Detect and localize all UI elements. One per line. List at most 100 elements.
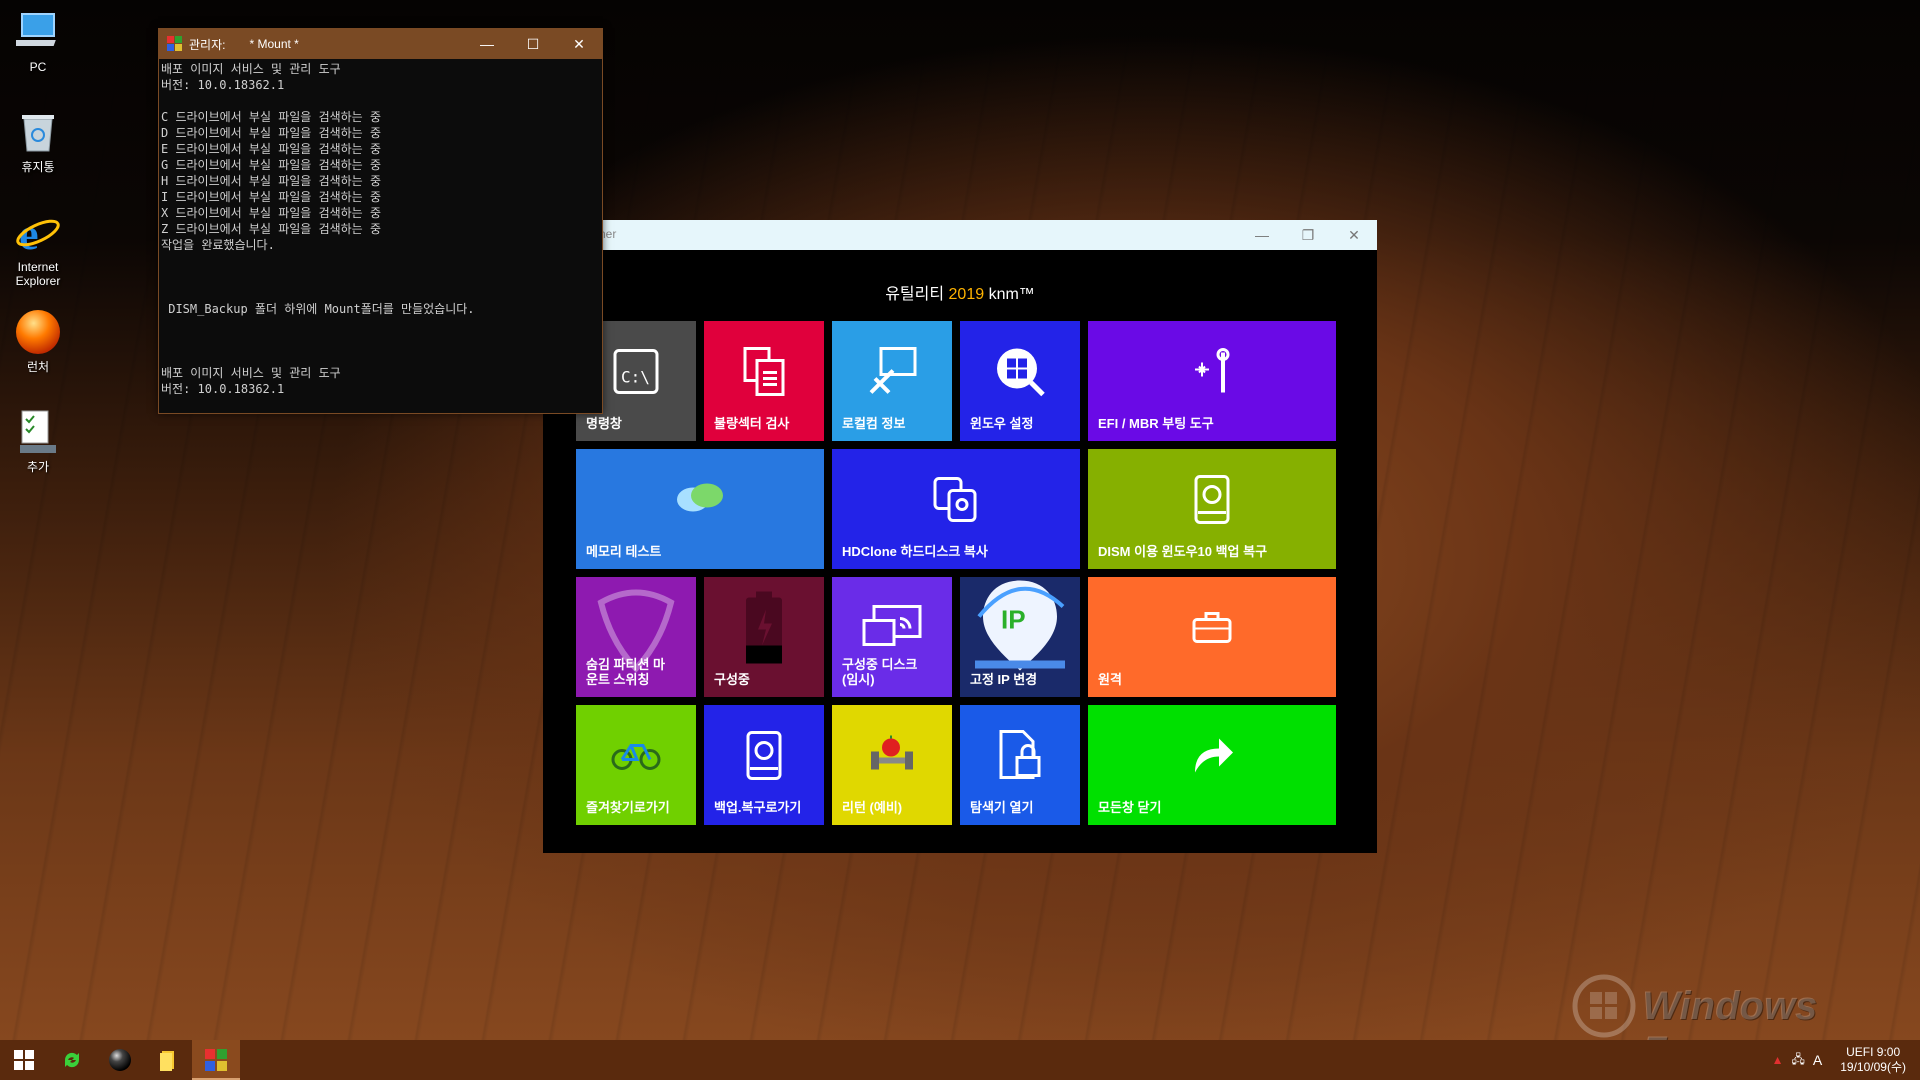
forward-arrow-icon [1189,732,1235,783]
desktop-icon-recycle-bin[interactable]: 휴지통 [6,108,70,200]
desktop-icon-internet-explorer[interactable]: e Internet Explorer [6,208,70,300]
apple-dumbbell-icon [867,735,917,780]
tile-label: 구성중 [714,672,750,687]
windows-forum-logo-icon [1572,974,1636,1038]
launcher-titlebar[interactable]: ner — ❐ ✕ [543,220,1377,250]
tile-go-to-backup-restore[interactable]: 백업.복구로가기 [704,705,824,825]
desktop-icon-label: 추가 [26,460,50,474]
console-titlebar[interactable]: 관리자: * Mount * — ☐ ✕ [159,29,602,59]
tile-open-explorer[interactable]: 탐색기 열기 [960,705,1080,825]
briefcase-icon [1192,611,1232,648]
launcher-window: ner — ❐ ✕ 유틸리티 2019 knm™ C:\ 명령창 불량섹터 검사… [543,220,1377,853]
taskbar-console-app[interactable] [192,1040,240,1080]
chat-bubbles-icon [675,479,725,524]
desktop-icon-launcher[interactable]: 런처 [6,308,70,400]
tile-configuring-disk[interactable]: 구성중 디스크 (임시) [832,577,952,697]
computer-icon [14,8,62,56]
heading-year: 2019 [948,286,985,303]
system-tray: ▲ 🖧 A UEFI 9:00 19/10/09(수) [1768,1045,1920,1075]
tile-return-spare[interactable]: 리턴 (예비) [832,705,952,825]
tile-label: EFI / MBR 부팅 도구 [1098,416,1214,431]
ime-indicator[interactable]: A [1813,1052,1822,1068]
ip-pin-icon: IP [975,577,1065,678]
console-output: 배포 이미지 서비스 및 관리 도구 버전: 10.0.18362.1 C 드라… [161,62,475,396]
tile-local-computer-info[interactable]: 로컬컴 정보 [832,321,952,441]
launcher-window-controls: — ❐ ✕ [1239,220,1377,250]
tile-label: 불량섹터 검사 [714,416,790,431]
cast-screen-icon [860,602,924,657]
svg-text:IP: IP [1001,605,1026,635]
svg-text:C:\: C:\ [621,367,650,386]
maximize-button[interactable]: ☐ [510,29,556,59]
desktop-icon-add[interactable]: 추가 [6,408,70,500]
console-window: 관리자: * Mount * — ☐ ✕ 배포 이미지 서비스 및 관리 도구 … [158,28,603,414]
tile-bad-sector-check[interactable]: 불량섹터 검사 [704,321,824,441]
tile-configuring[interactable]: 구성중 [704,577,824,697]
tile-efi-mbr-boot-tool[interactable]: EFI / MBR 부팅 도구 [1088,321,1336,441]
tile-close-all-windows[interactable]: 모든창 닫기 [1088,705,1336,825]
minimize-button[interactable]: — [1239,220,1285,250]
heading-suffix: knm™ [988,286,1035,303]
tile-windows-settings[interactable]: 윈도우 설정 [960,321,1080,441]
console-app-icon [205,1049,227,1071]
command-prompt-icon: C:\ [613,348,659,399]
show-hidden-icons-icon[interactable]: ▲ [1772,1053,1784,1067]
disk-copy-icon [933,476,979,527]
launcher-heading: 유틸리티 2019 knm™ [543,280,1377,304]
drive-restore-icon [744,730,784,785]
tile-label: 원격 [1098,672,1122,687]
dark-orb-icon [109,1049,131,1071]
tile-label: 명령창 [586,416,622,431]
tile-dism-backup-restore[interactable]: DISM 이용 윈도우10 백업 복구 [1088,449,1336,569]
console-title: * Mount * [249,37,299,51]
console-app-icon [167,36,183,52]
tile-remote[interactable]: 원격 [1088,577,1336,697]
close-button[interactable]: ✕ [556,29,602,59]
tile-label: 백업.복구로가기 [714,800,802,815]
desktop-icons: PC 휴지통 e Internet Explorer 런처 추가 [6,8,70,508]
tile-label: 구성중 디스크 (임시) [842,657,918,687]
windows-search-icon [995,346,1045,401]
restore-button[interactable]: ❐ [1285,220,1331,250]
tile-label: 윈도우 설정 [970,416,1034,431]
desktop-icon-label: 런처 [26,360,50,374]
bicycle-icon [611,739,661,776]
tile-hidden-partition-mount[interactable]: 숨김 파티션 마 운트 스위칭 [576,577,696,697]
internet-explorer-icon: e [14,208,62,256]
tile-label: 모든창 닫기 [1098,800,1162,815]
drive-restore-icon [1192,474,1232,529]
taskbar: ▲ 🖧 A UEFI 9:00 19/10/09(수) [0,1040,1920,1080]
taskbar-file-explorer[interactable] [144,1040,192,1080]
wrench-sparkle-icon [1187,346,1237,401]
tile-label: 숨김 파티션 마 운트 스위칭 [586,657,665,687]
tile-static-ip-change[interactable]: IP 고정 IP 변경 [960,577,1080,697]
clock-time: UEFI 9:00 [1846,1045,1901,1059]
tile-label: 리턴 (예비) [842,800,903,815]
network-icon[interactable]: 🖧 [1792,1050,1805,1071]
lock-file-icon [997,729,1043,786]
start-button[interactable] [0,1040,48,1080]
clock-date: 19/10/09(수) [1840,1060,1906,1074]
battery-icon [744,589,784,670]
taskbar-refresh-app[interactable] [48,1040,96,1080]
tile-label: 메모리 테스트 [586,544,662,559]
checklist-icon [14,408,62,456]
minimize-button[interactable]: — [464,29,510,59]
clock[interactable]: UEFI 9:00 19/10/09(수) [1840,1045,1906,1075]
tile-label: 로컬컴 정보 [842,416,906,431]
tile-label: 즐겨찾기로가기 [586,800,670,815]
tile-memory-test[interactable]: 메모리 테스트 [576,449,824,569]
console-title-prefix: 관리자: [189,37,226,52]
close-button[interactable]: ✕ [1331,220,1377,250]
windows-logo-icon [14,1050,34,1070]
taskbar-orb-app[interactable] [96,1040,144,1080]
tile-label: HDClone 하드디스크 복사 [842,544,988,559]
heading-prefix: 유틸리티 [885,286,945,303]
documents-icon [741,346,787,401]
tile-go-to-favorites[interactable]: 즐겨찾기로가기 [576,705,696,825]
folder-icon [160,1051,174,1071]
refresh-icon [64,1052,80,1068]
desktop-icon-pc[interactable]: PC [6,8,70,100]
tile-hdclone-disk-copy[interactable]: HDClone 하드디스크 복사 [832,449,1080,569]
desktop-icon-label: PC [29,60,47,74]
